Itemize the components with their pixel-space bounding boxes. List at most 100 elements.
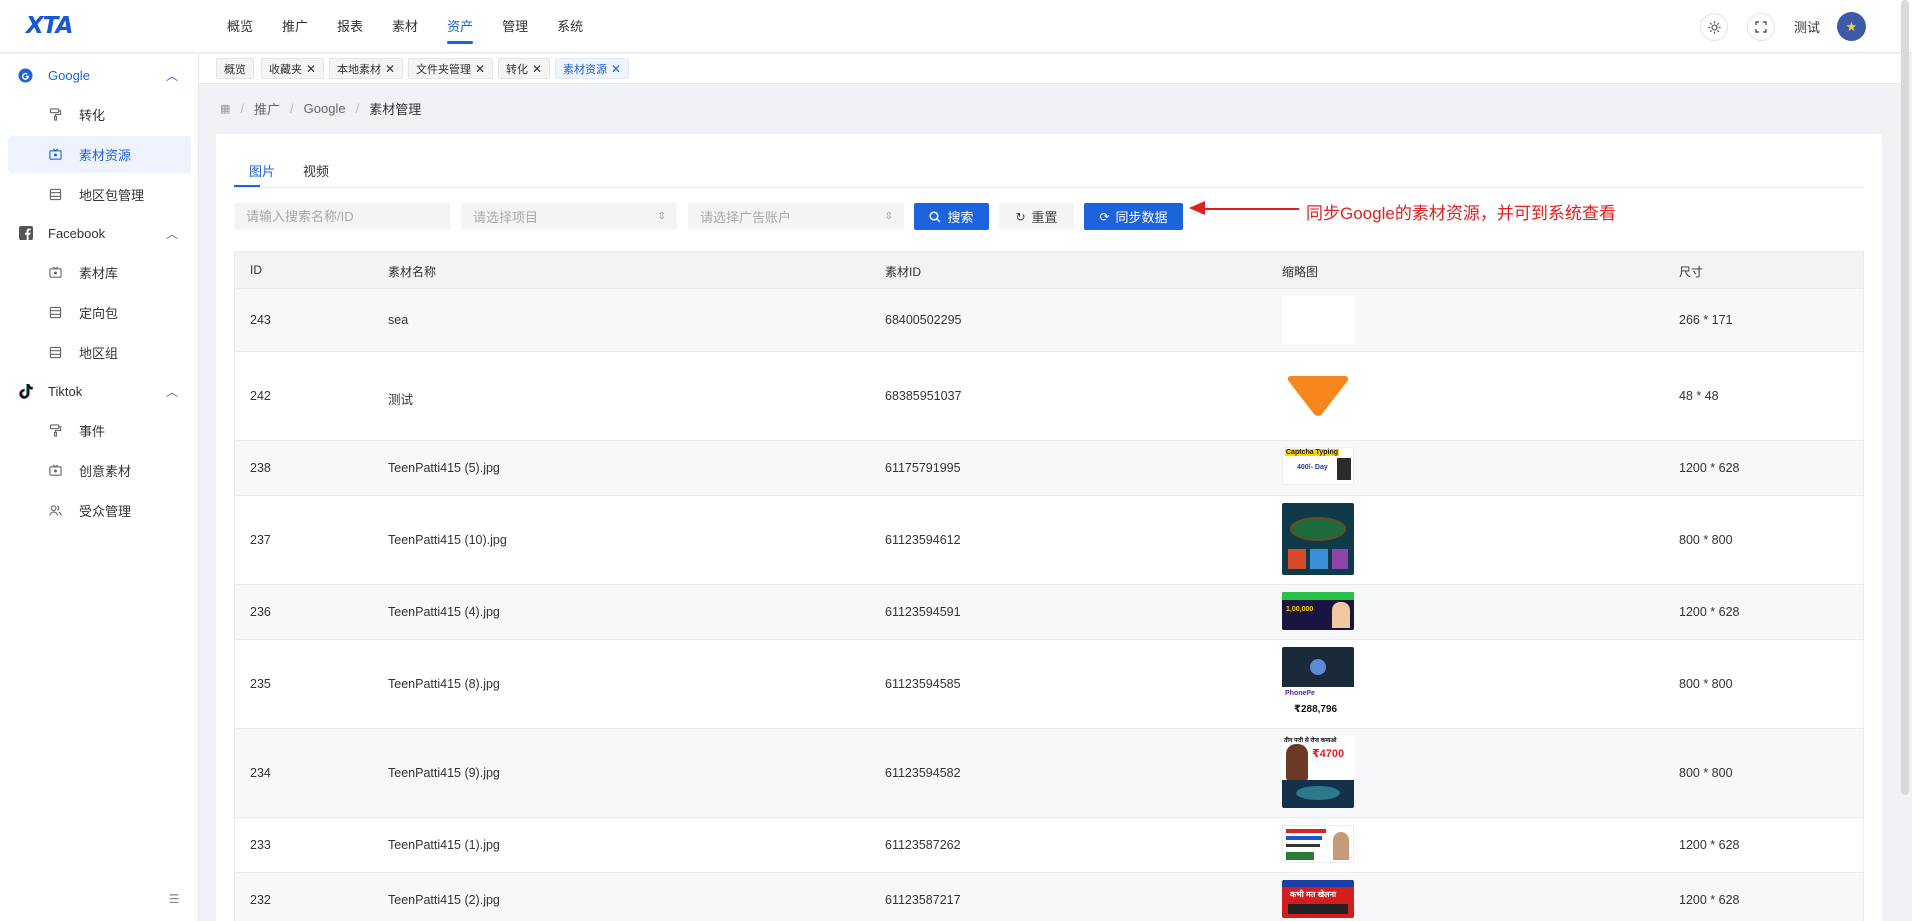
sidebar-group-google[interactable]: Google ︿ <box>0 55 199 95</box>
thumbnail-image[interactable]: कभी मत खेलना <box>1282 880 1354 918</box>
cell-id: 233 <box>250 838 271 852</box>
cell-size: 800 * 800 <box>1679 677 1733 691</box>
sidebar-group-facebook[interactable]: Facebook ︿ <box>0 213 199 253</box>
topnav-item-promotion[interactable]: 推广 <box>282 0 308 53</box>
cell-size: 266 * 171 <box>1679 313 1733 327</box>
grid-icon[interactable]: ▦ <box>220 102 230 115</box>
column-header-size: 尺寸 <box>1679 265 1704 279</box>
sidebar-item-events[interactable]: 事件 <box>8 412 191 449</box>
sidebar-group-tiktok[interactable]: Tiktok ︿ <box>0 371 199 411</box>
sync-icon: ⟳ <box>1099 209 1110 224</box>
table-row[interactable]: 236 TeenPatti415 (4).jpg 61123594591 1,0… <box>235 585 1863 640</box>
tag-material-resources[interactable]: 素材资源 ✕ <box>555 58 630 79</box>
sidebar-item-audience-management[interactable]: 受众管理 <box>8 492 191 529</box>
thumbnail-image[interactable] <box>1282 372 1354 420</box>
search-input-field[interactable] <box>246 209 449 224</box>
topnav-item-manage[interactable]: 管理 <box>502 0 528 53</box>
sidebar-item-material-resources[interactable]: 素材资源 <box>8 136 191 173</box>
tag-label: 转化 <box>506 63 528 76</box>
cell-asset-id: 68385951037 <box>885 389 962 403</box>
sidebar-item-material-library[interactable]: 素材库 <box>8 254 191 291</box>
search-button[interactable]: 搜索 <box>914 203 989 230</box>
close-icon[interactable]: ✕ <box>475 62 485 76</box>
topnav-item-overview[interactable]: 概览 <box>227 0 253 53</box>
fullscreen-button[interactable] <box>1747 13 1775 41</box>
table-row[interactable]: 235 TeenPatti415 (8).jpg 61123594585 Pho… <box>235 640 1863 729</box>
thumbnail-image[interactable]: तीन पत्ती से रोज कमाओ ₹4700 <box>1282 736 1354 808</box>
thumbnail-image[interactable]: PhonePe ₹288,796 <box>1282 647 1354 719</box>
sync-data-button[interactable]: ⟳ 同步数据 <box>1084 203 1183 230</box>
select-placeholder: 请选择项目 <box>473 210 539 225</box>
button-label: 同步数据 <box>1115 210 1168 225</box>
breadcrumb-current: 素材管理 <box>369 101 422 117</box>
user-name[interactable]: 测试 <box>1794 17 1820 36</box>
tag-local-materials[interactable]: 本地素材 ✕ <box>329 58 404 79</box>
tag-favorites[interactable]: 收藏夹 ✕ <box>261 58 325 79</box>
search-icon <box>929 210 942 223</box>
tiktok-icon <box>18 383 33 399</box>
thumbnail-image[interactable]: Captcha Typing 400/- Day <box>1282 447 1354 485</box>
tab-videos[interactable]: 视频 <box>303 161 329 180</box>
sidebar-item-targeting-package[interactable]: 定向包 <box>8 294 191 331</box>
thumbnail-image[interactable] <box>1282 296 1354 344</box>
close-icon[interactable]: ✕ <box>385 62 395 76</box>
tag-overview[interactable]: 概览 <box>216 58 254 79</box>
theme-toggle-button[interactable] <box>1700 13 1728 41</box>
sidebar-collapse-icon[interactable]: ☰ <box>166 891 182 907</box>
cell-asset-id: 61123587217 <box>885 893 961 907</box>
sidebar-item-label: 地区包管理 <box>79 188 145 203</box>
app-logo[interactable]: XTA <box>26 13 73 39</box>
cell-id: 232 <box>250 893 271 907</box>
thumb-graphic <box>1332 549 1348 569</box>
cell-asset-id: 61123594585 <box>885 677 961 691</box>
thumb-graphic <box>1296 786 1340 800</box>
sidebar-item-region-group[interactable]: 地区组 <box>8 334 191 371</box>
reset-button[interactable]: ↻ 重置 <box>999 203 1074 230</box>
tag-folder-management[interactable]: 文件夹管理 ✕ <box>408 58 494 79</box>
topnav-item-reports[interactable]: 报表 <box>337 0 363 53</box>
sidebar-item-creative-materials[interactable]: 创意素材 <box>8 452 191 489</box>
search-input[interactable] <box>234 203 450 230</box>
sidebar-item-label: 素材库 <box>79 266 119 281</box>
table-row[interactable]: 233 TeenPatti415 (1).jpg 61123587262 120… <box>235 818 1863 873</box>
table-row[interactable]: 234 TeenPatti415 (9).jpg 61123594582 तीन… <box>235 729 1863 818</box>
thumbnail-image[interactable] <box>1282 503 1354 575</box>
tab-images[interactable]: 图片 <box>249 161 275 180</box>
thumb-graphic <box>1333 832 1349 860</box>
table-row[interactable]: 242 测试 68385951037 48 * 48 <box>235 352 1863 441</box>
thumbnail-image[interactable] <box>1282 825 1354 863</box>
sidebar-item-conversion[interactable]: 转化 <box>8 96 191 133</box>
close-icon[interactable]: ✕ <box>306 62 316 76</box>
avatar[interactable]: ★ <box>1837 12 1866 41</box>
cell-size: 1200 * 628 <box>1679 893 1740 907</box>
project-select[interactable]: 请选择项目 ⇳ <box>461 203 677 230</box>
table-row[interactable]: 243 sea 68400502295 266 * 171 <box>235 289 1863 352</box>
ad-account-select[interactable]: 请选择广告账户 ⇳ <box>688 203 904 230</box>
orange-triangle-icon <box>1287 376 1349 416</box>
tv-icon <box>48 464 62 478</box>
page-scrollbar[interactable] <box>1901 0 1909 795</box>
topnav-item-system[interactable]: 系统 <box>557 0 583 53</box>
table-row[interactable]: 238 TeenPatti415 (5).jpg 61175791995 Cap… <box>235 441 1863 496</box>
close-icon[interactable]: ✕ <box>611 62 621 76</box>
topnav-item-materials[interactable]: 素材 <box>392 0 418 53</box>
annotation-text: 同步Google的素材资源，并可到系统查看 <box>1306 204 1616 223</box>
sidebar-item-region-package[interactable]: 地区包管理 <box>8 176 191 213</box>
cell-asset-id: 61123594582 <box>885 766 961 780</box>
cell-size: 1200 * 628 <box>1679 838 1740 852</box>
breadcrumb-item[interactable]: Google <box>304 101 346 116</box>
cell-name: TeenPatti415 (8).jpg <box>388 677 500 691</box>
topnav-item-assets[interactable]: 资产 <box>447 0 474 53</box>
list-icon <box>48 346 62 360</box>
thumbnail-image[interactable]: 1,00,000 <box>1282 592 1354 630</box>
table-row[interactable]: 237 TeenPatti415 (10).jpg 61123594612 80… <box>235 496 1863 585</box>
tv-icon <box>48 266 62 280</box>
table-row[interactable]: 232 TeenPatti415 (2).jpg 61123587217 कभी… <box>235 873 1863 921</box>
tag-conversion[interactable]: 转化 ✕ <box>498 58 551 79</box>
close-icon[interactable]: ✕ <box>532 62 542 76</box>
sidebar-group-label: Google <box>48 67 90 83</box>
sidebar-item-label: 素材资源 <box>79 148 132 163</box>
cell-name: TeenPatti415 (10).jpg <box>388 533 507 547</box>
cell-name: TeenPatti415 (5).jpg <box>388 461 500 475</box>
breadcrumb-item[interactable]: 推广 <box>254 99 280 118</box>
